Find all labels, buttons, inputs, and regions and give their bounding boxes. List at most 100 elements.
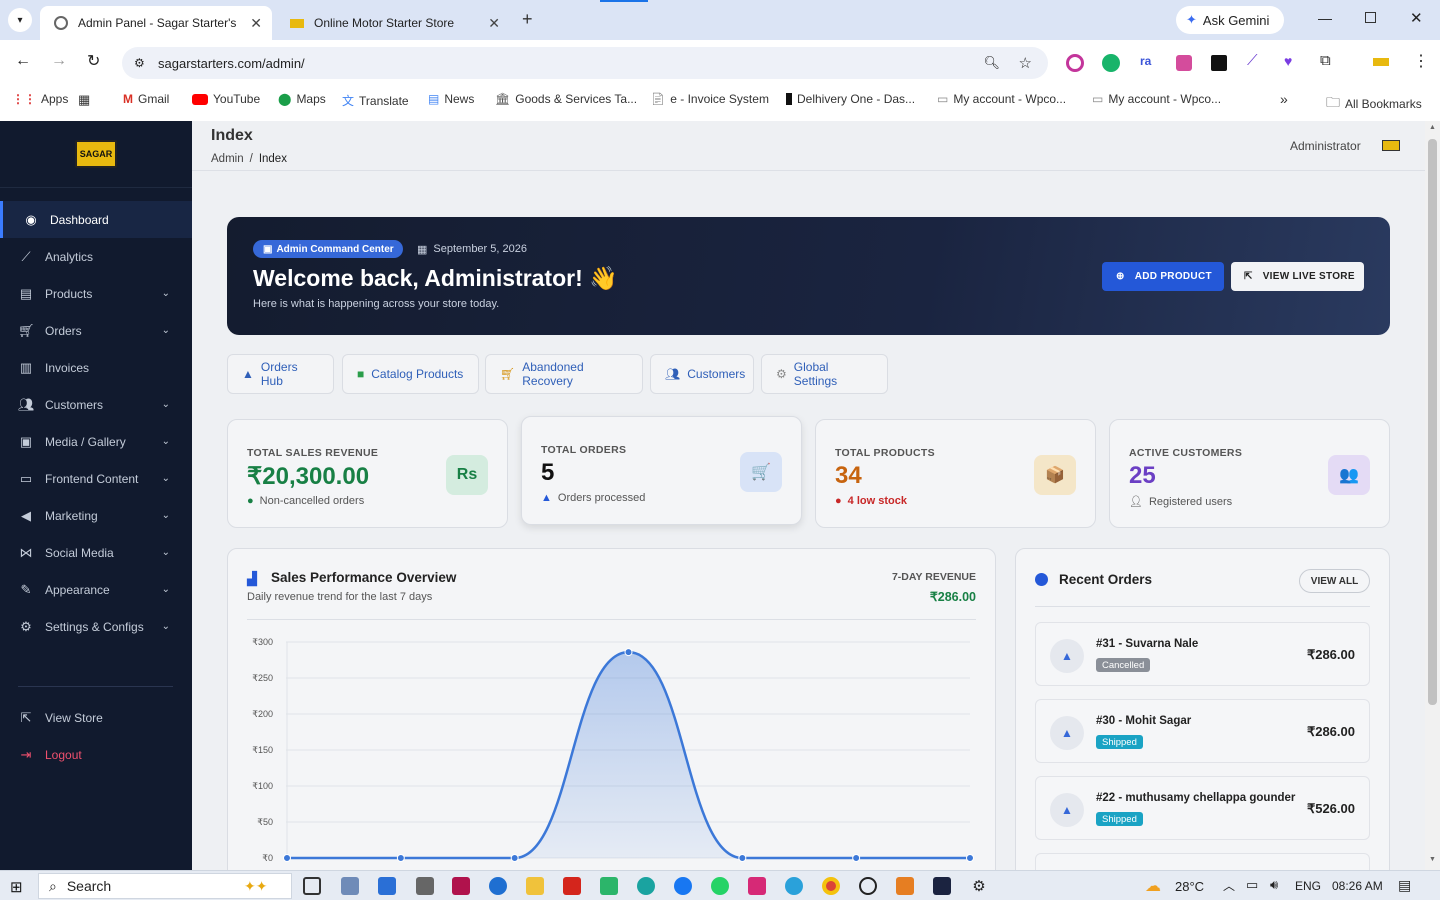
close-icon[interactable]: ✕ <box>250 15 262 32</box>
quick-link-customers[interactable]: 👥︎ Customers <box>650 354 754 394</box>
task-view-icon[interactable] <box>303 877 321 895</box>
extension-icon[interactable]: ⟋ <box>1247 52 1258 69</box>
scroll-up-icon[interactable]: ▲ <box>1429 124 1436 131</box>
acrobat-icon[interactable] <box>563 877 581 895</box>
extension-icon[interactable] <box>1066 54 1084 72</box>
extension-icon[interactable] <box>1211 55 1227 71</box>
app-icon[interactable] <box>452 877 470 895</box>
quick-link-settings[interactable]: ⚙ Global Settings <box>761 354 888 394</box>
clock[interactable]: 08:26 AM <box>1332 879 1383 893</box>
sidebar-item-dashboard[interactable]: ◉ Dashboard <box>0 201 192 238</box>
order-row[interactable] <box>1035 853 1370 870</box>
page-scrollbar[interactable]: ▲ ▼ <box>1425 121 1440 870</box>
sidebar-item-marketing[interactable]: ◀ Marketing ⌄ <box>0 497 192 534</box>
add-product-button[interactable]: ⊕ ADD PRODUCT <box>1102 262 1224 291</box>
bookmark-apps[interactable]: ⋮⋮ Apps <box>12 92 68 106</box>
facebook-icon[interactable] <box>674 877 692 895</box>
chevron-down-icon[interactable]: ⌄ <box>162 325 170 336</box>
edge-icon[interactable] <box>637 877 655 895</box>
address-bar[interactable]: ⚙ sagarstarters.com/admin/ 🔍︎ ☆ <box>122 47 1048 79</box>
site-info-icon[interactable]: ⚙ <box>134 56 145 70</box>
chevron-down-icon[interactable]: ⌄ <box>162 399 170 410</box>
new-tab-icon[interactable]: + <box>522 9 533 30</box>
tab-admin-panel[interactable]: Admin Panel - Sagar Starter's ✕ <box>40 6 272 40</box>
weather-icon[interactable]: ☁ <box>1145 876 1161 896</box>
sidebar-item-view-store[interactable]: ⇱ View Store <box>0 699 192 736</box>
instagram-icon[interactable] <box>748 877 766 895</box>
window-close-icon[interactable]: ✕ <box>1410 9 1423 27</box>
chevron-down-icon[interactable]: ⌄ <box>162 621 170 632</box>
sidebar-item-social-media[interactable]: ⋈ Social Media ⌄ <box>0 534 192 571</box>
view-all-button[interactable]: VIEW ALL <box>1299 569 1370 593</box>
chevron-down-icon[interactable]: ⌄ <box>162 510 170 521</box>
order-row[interactable]: ▲ #31 - Suvarna Nale Cancelled ₹286.00 <box>1035 622 1370 686</box>
windows-start-icon[interactable]: ⊞ <box>10 878 23 896</box>
user-name[interactable]: Administrator <box>1290 139 1361 153</box>
store-icon[interactable] <box>378 877 396 895</box>
tray-chevron-icon[interactable]: ︿ <box>1223 877 1235 894</box>
bookmark-wpco-2[interactable]: ▭ My account - Wpco... <box>1092 92 1221 106</box>
chevron-down-icon[interactable]: ⌄ <box>162 584 170 595</box>
weather-temp[interactable]: 28°C <box>1175 879 1204 894</box>
chevron-down-icon[interactable]: ⌄ <box>162 288 170 299</box>
chatgpt-icon[interactable] <box>859 877 877 895</box>
sidebar-item-orders[interactable]: 🛒︎ Orders ⌄ <box>0 312 192 349</box>
volume-icon[interactable]: 🔊︎ <box>1270 877 1278 893</box>
sidebar-item-products[interactable]: ▤ Products ⌄ <box>0 275 192 312</box>
language-indicator[interactable]: ENG <box>1295 879 1321 893</box>
telegram-icon[interactable] <box>785 877 803 895</box>
chevron-down-icon[interactable]: ⌄ <box>162 547 170 558</box>
sidebar-item-media-gallery[interactable]: ▣ Media / Gallery ⌄ <box>0 423 192 460</box>
extension-icon[interactable] <box>1102 54 1120 72</box>
whatsapp-icon[interactable] <box>711 877 729 895</box>
view-live-store-button[interactable]: ⇱ VIEW LIVE STORE <box>1231 262 1364 291</box>
bookmark-gmail[interactable]: M Gmail <box>123 92 169 106</box>
bookmark-news[interactable]: ▤ News <box>428 92 474 106</box>
quick-link-catalog[interactable]: ■ Catalog Products <box>342 354 479 394</box>
forward-icon[interactable]: → <box>51 52 67 70</box>
close-icon[interactable]: ✕ <box>488 15 500 32</box>
order-row[interactable]: ▲ #22 - muthusamy chellappa gounder Shippe… <box>1035 776 1370 840</box>
order-row[interactable]: ▲ #30 - Mohit Sagar Shipped ₹286.00 <box>1035 699 1370 763</box>
app-icon[interactable] <box>600 877 618 895</box>
user-avatar[interactable] <box>1382 140 1400 151</box>
sidebar-item-invoices[interactable]: ▥ Invoices <box>0 349 192 386</box>
sidebar-item-frontend-content[interactable]: ▭ Frontend Content ⌄ <box>0 460 192 497</box>
bookmark-maps[interactable]: ⬤ Maps <box>278 92 326 106</box>
breadcrumb-admin[interactable]: Admin <box>211 153 244 165</box>
extensions-puzzle-icon[interactable]: ⧉ <box>1320 52 1331 69</box>
reload-icon[interactable]: ↻ <box>87 51 100 71</box>
back-icon[interactable]: ← <box>15 52 31 70</box>
taskbar-search[interactable]: ⌕ Search ✦✦ <box>38 873 292 899</box>
star-icon[interactable]: ☆ <box>1019 54 1032 72</box>
file-explorer-icon[interactable] <box>526 877 544 895</box>
tab-groups-icon[interactable]: ▦ <box>78 92 90 108</box>
edge-icon[interactable] <box>489 877 507 895</box>
chrome-icon[interactable] <box>822 877 840 895</box>
chevron-down-icon[interactable]: ⌄ <box>162 473 170 484</box>
tab-list-icon[interactable]: ▾ <box>8 8 32 32</box>
extension-icon[interactable] <box>1176 55 1192 71</box>
scrollbar-thumb[interactable] <box>1428 139 1437 705</box>
scroll-down-icon[interactable]: ▼ <box>1429 856 1436 863</box>
sidebar-item-appearance[interactable]: ✎ Appearance ⌄ <box>0 571 192 608</box>
quick-link-abandoned[interactable]: 🛒︎ Abandoned Recovery <box>485 354 643 394</box>
sagar-logo[interactable]: SAGAR <box>75 140 117 168</box>
bookmark-wpco-1[interactable]: ▭ My account - Wpco... <box>937 92 1066 106</box>
profile-icon[interactable] <box>1373 58 1389 66</box>
sidebar-item-customers[interactable]: 👥︎ Customers ⌄ <box>0 386 192 423</box>
bookmark-translate[interactable]: 文 Translate <box>342 92 409 109</box>
photos-icon[interactable] <box>341 877 359 895</box>
bookmark-einvoice[interactable]: 📄︎ e - Invoice System <box>650 92 769 106</box>
settings-icon[interactable]: ⚙ <box>970 877 988 895</box>
calculator-icon[interactable] <box>416 877 434 895</box>
network-icon[interactable]: ▭ <box>1246 877 1258 893</box>
sidebar-item-logout[interactable]: ⇥ Logout <box>0 736 192 773</box>
bookmark-gst[interactable]: 🏛︎ Goods & Services Ta... <box>495 92 637 106</box>
minimize-icon[interactable]: — <box>1318 10 1332 26</box>
extension-icon[interactable]: ♥ <box>1284 53 1292 69</box>
app-icon[interactable] <box>933 877 951 895</box>
menu-icon[interactable]: ⋮ <box>1413 51 1429 71</box>
extension-icon[interactable]: ra <box>1140 54 1151 68</box>
more-bookmarks-icon[interactable]: » <box>1280 91 1288 107</box>
